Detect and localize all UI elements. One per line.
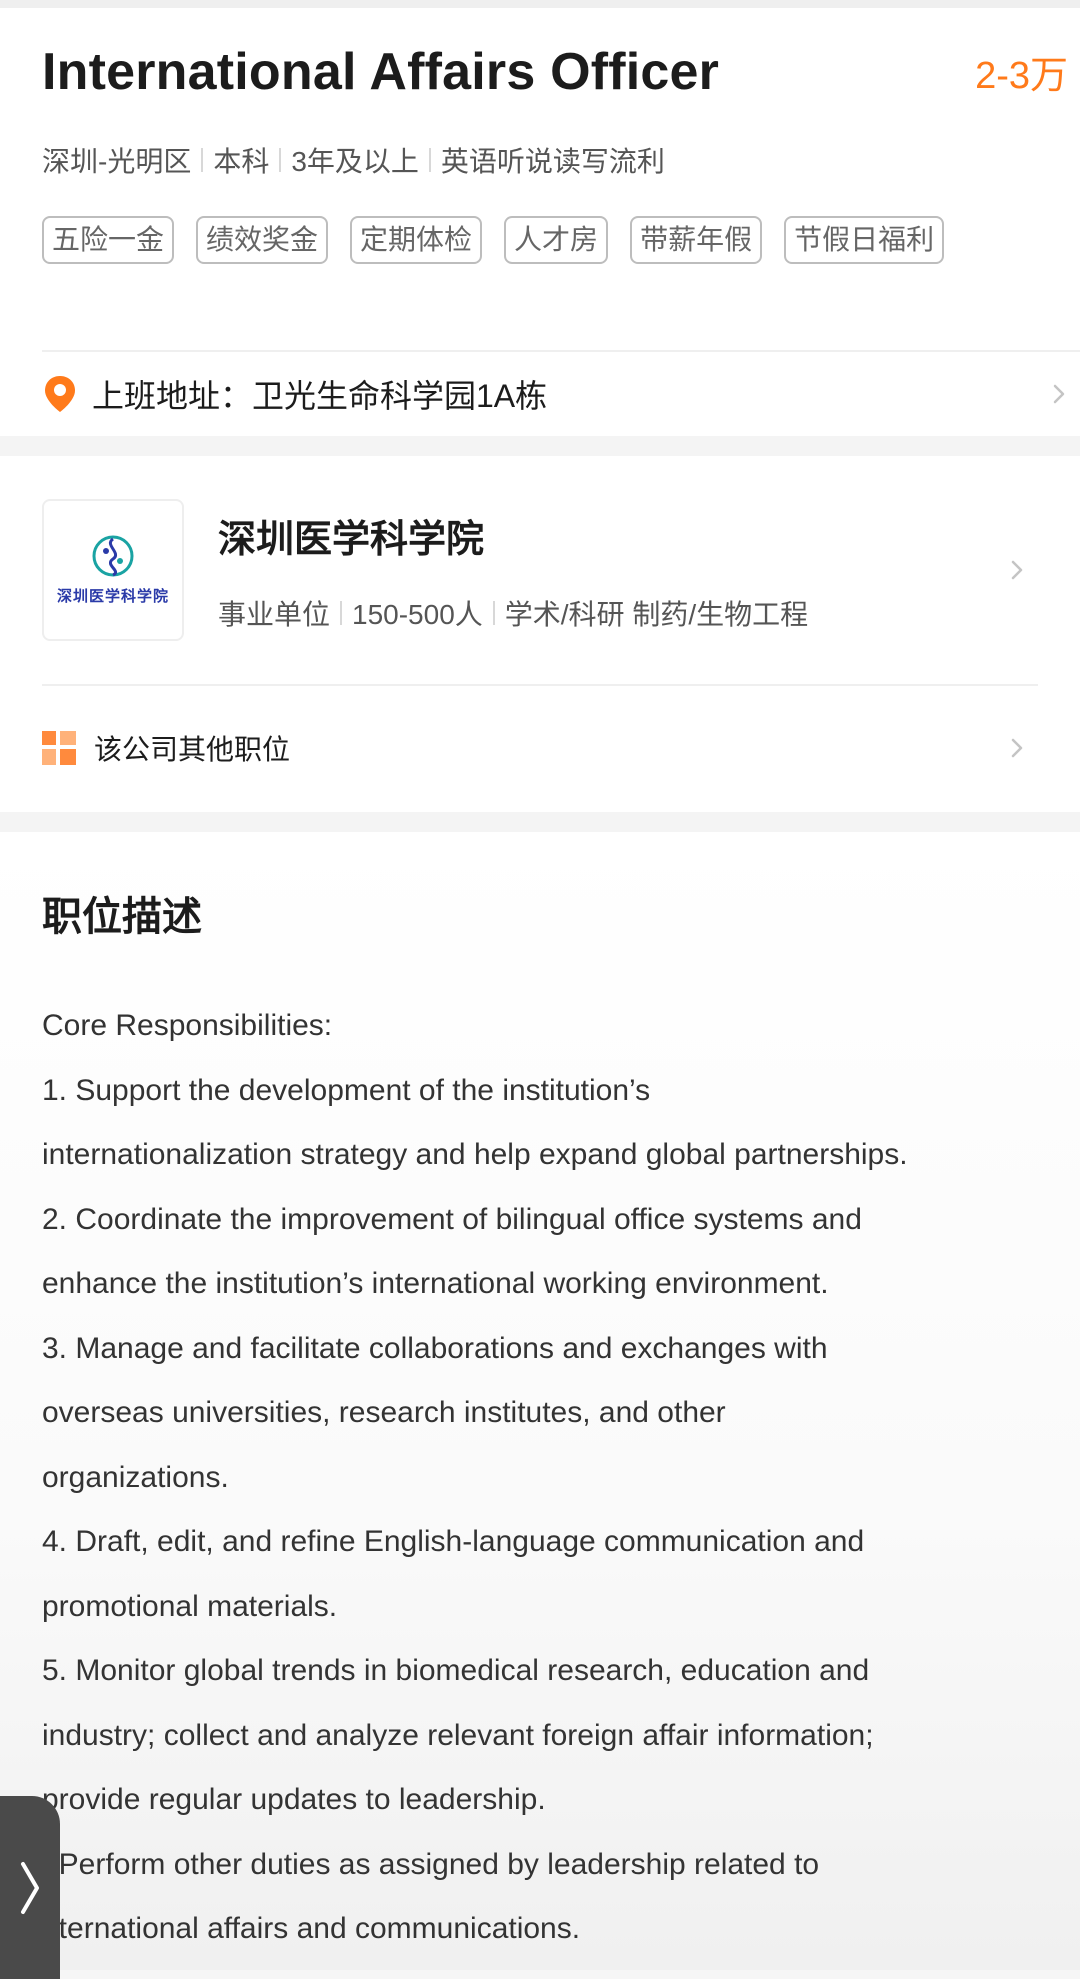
description-line: 4. Draft, edit, and refine English-langu… xyxy=(42,1525,865,1558)
description-line: internationalization strategy and help e… xyxy=(42,1138,908,1171)
company-size: 150-500人 xyxy=(352,598,483,630)
work-address: 上班地址：卫光生命科学园1A栋 xyxy=(92,378,548,414)
company-logo: 深圳医学科学院 xyxy=(42,499,184,641)
company-info: 深圳医学科学院 事业单位 150-500人 学术/科研 制药/生物工程 xyxy=(218,508,808,633)
meta-separator xyxy=(279,148,282,172)
description-line: organizations. xyxy=(42,1460,229,1494)
expand-handle-icon xyxy=(21,1861,39,1914)
job-location: 深圳-光明区 xyxy=(42,146,192,177)
job-header-card: International Affairs Officer 2-3万 深圳-光明… xyxy=(0,8,1080,436)
side-expand-handle[interactable] xyxy=(0,1796,60,1979)
company-card: 深圳医学科学院 深圳医学科学院 事业单位 150-500人 学术/科研 制药/生… xyxy=(0,456,1080,812)
chevron-right-icon xyxy=(1011,738,1023,758)
location-pin-icon xyxy=(45,376,75,412)
benefit-tag: 带薪年假 xyxy=(630,216,763,264)
company-row[interactable]: 深圳医学科学院 深圳医学科学院 事业单位 150-500人 学术/科研 制药/生… xyxy=(42,456,1038,684)
job-experience: 3年及以上 xyxy=(291,146,419,177)
work-address-row[interactable]: 上班地址：卫光生命科学园1A栋 xyxy=(42,352,1080,436)
benefit-tag: 绩效奖金 xyxy=(196,216,329,264)
meta-separator xyxy=(428,148,431,172)
grid-icon xyxy=(42,731,76,765)
meta-separator xyxy=(201,148,204,172)
salary: 2-3万 xyxy=(975,55,1068,97)
meta-separator xyxy=(492,600,495,625)
job-meta: 深圳-光明区 本科 3年及以上 英语听说读写流利 xyxy=(42,140,1038,180)
benefit-tags: 五险一金 绩效奖金 定期体检 人才房 带薪年假 节假日福利 xyxy=(42,216,1038,264)
description-line: enhance the institution’s international … xyxy=(42,1267,829,1300)
description-body: Core Responsibilities: 1. Support the de… xyxy=(42,994,1038,1962)
meta-separator xyxy=(340,600,343,625)
description-line: nternational affairs and communications. xyxy=(42,1912,581,1945)
job-education: 本科 xyxy=(213,146,270,177)
description-line: provide regular updates to leadership. xyxy=(42,1783,546,1816)
top-strip xyxy=(0,0,1080,8)
description-line: 3. Manage and facilitate collaborations … xyxy=(42,1331,828,1365)
company-name: 深圳医学科学院 xyxy=(218,518,485,561)
company-type: 事业单位 xyxy=(218,598,331,630)
company-industry: 学术/科研 制药/生物工程 xyxy=(504,598,809,630)
description-title: 职位描述 xyxy=(42,895,202,939)
job-title: International Affairs Officer xyxy=(42,43,720,101)
company-meta: 事业单位 150-500人 学术/科研 制药/生物工程 xyxy=(218,593,808,633)
section-gap xyxy=(0,812,1080,832)
chevron-right-icon xyxy=(1011,560,1023,580)
description-line: . Perform other duties as assigned by le… xyxy=(42,1847,820,1881)
other-jobs-row[interactable]: 该公司其他职位 xyxy=(42,684,1038,810)
description-line: overseas universities, research institut… xyxy=(42,1396,726,1429)
description-line: 1. Support the development of the instit… xyxy=(42,1073,651,1107)
job-language: 英语听说读写流利 xyxy=(440,146,665,177)
description-line: 5. Monitor global trends in biomedical r… xyxy=(42,1654,870,1687)
description-line: Core Responsibilities: xyxy=(42,1009,333,1042)
benefit-tag: 定期体检 xyxy=(350,216,483,264)
company-logo-text: 深圳医学科学院 xyxy=(56,586,169,605)
other-jobs-label: 该公司其他职位 xyxy=(94,734,291,765)
company-logo-mark xyxy=(92,535,134,576)
benefit-tag: 人才房 xyxy=(504,216,609,264)
section-gap xyxy=(0,436,1080,456)
job-description: 职位描述 Core Responsibilities: 1. Support t… xyxy=(0,832,1080,1970)
description-line: industry; collect and analyze relevant f… xyxy=(42,1718,874,1752)
benefit-tag: 五险一金 xyxy=(42,216,175,264)
benefit-tag: 节假日福利 xyxy=(784,216,945,264)
chevron-right-icon xyxy=(1053,384,1065,404)
description-line: promotional materials. xyxy=(42,1589,338,1623)
description-line: 2. Coordinate the improvement of bilingu… xyxy=(42,1202,862,1236)
